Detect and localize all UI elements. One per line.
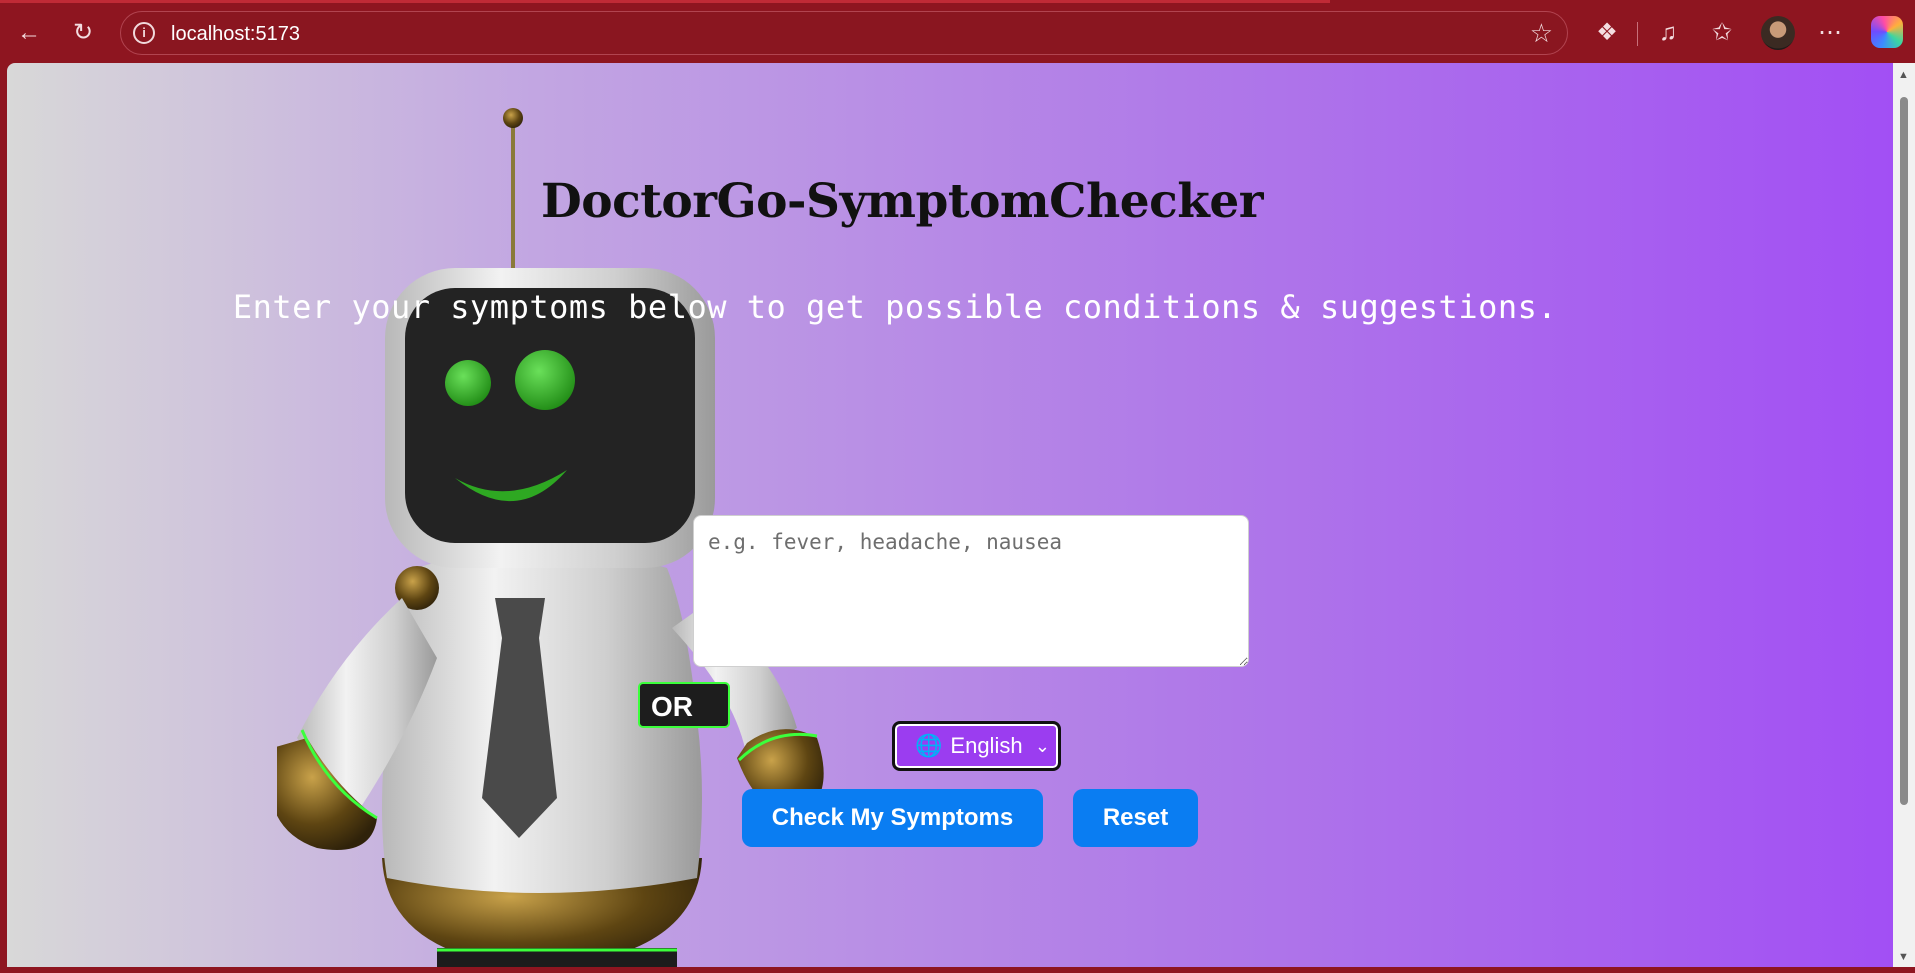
window-bottom-border (0, 967, 1915, 973)
back-arrow-icon[interactable]: ← (10, 14, 48, 52)
refresh-icon[interactable]: ↻ (64, 14, 102, 52)
scroll-up-arrow-icon[interactable]: ▲ (1898, 69, 1909, 81)
toolbar-divider (1637, 22, 1638, 46)
robot-badge-text: OR (651, 691, 693, 722)
scrollbar-thumb[interactable] (1900, 97, 1908, 805)
page-scrollbar[interactable]: ▲ ▼ (1893, 63, 1915, 967)
chevron-down-icon: ⌄ (1034, 735, 1050, 756)
check-symptoms-button[interactable]: Check My Symptoms (742, 789, 1043, 847)
browser-toolbar: ← ↻ i localhost:5173 ☆ ❖ ♫ ✩ ⋯ (0, 0, 1915, 63)
page-title: DoctorGo-SymptomChecker (540, 174, 1264, 230)
language-selected-value: English (950, 733, 1023, 758)
favorite-star-icon[interactable]: ☆ (1530, 18, 1553, 49)
page-subtitle: Enter your symptoms below to get possibl… (232, 288, 1558, 326)
page-viewport: OR DoctorGo-SymptomChecker Enter your sy… (7, 63, 1893, 967)
active-tab-indicator (0, 0, 1330, 3)
favorites-list-icon[interactable]: ✩ (1703, 14, 1741, 52)
globe-icon: 🌐 (915, 733, 943, 758)
profile-avatar[interactable] (1761, 16, 1795, 50)
more-options-icon[interactable]: ⋯ (1811, 14, 1849, 52)
scroll-down-arrow-icon[interactable]: ▼ (1898, 951, 1909, 963)
copilot-icon[interactable] (1871, 16, 1903, 48)
address-bar[interactable]: i localhost:5173 ☆ (120, 11, 1568, 55)
extensions-puzzle-icon[interactable]: ❖ (1588, 14, 1626, 52)
site-info-icon[interactable]: i (133, 22, 155, 44)
symptoms-input[interactable] (693, 515, 1249, 667)
url-text[interactable]: localhost:5173 (171, 23, 300, 46)
media-control-icon[interactable]: ♫ (1649, 14, 1687, 52)
language-select[interactable]: 🌐 English ⌄ (892, 721, 1061, 771)
reset-button[interactable]: Reset (1073, 789, 1198, 847)
